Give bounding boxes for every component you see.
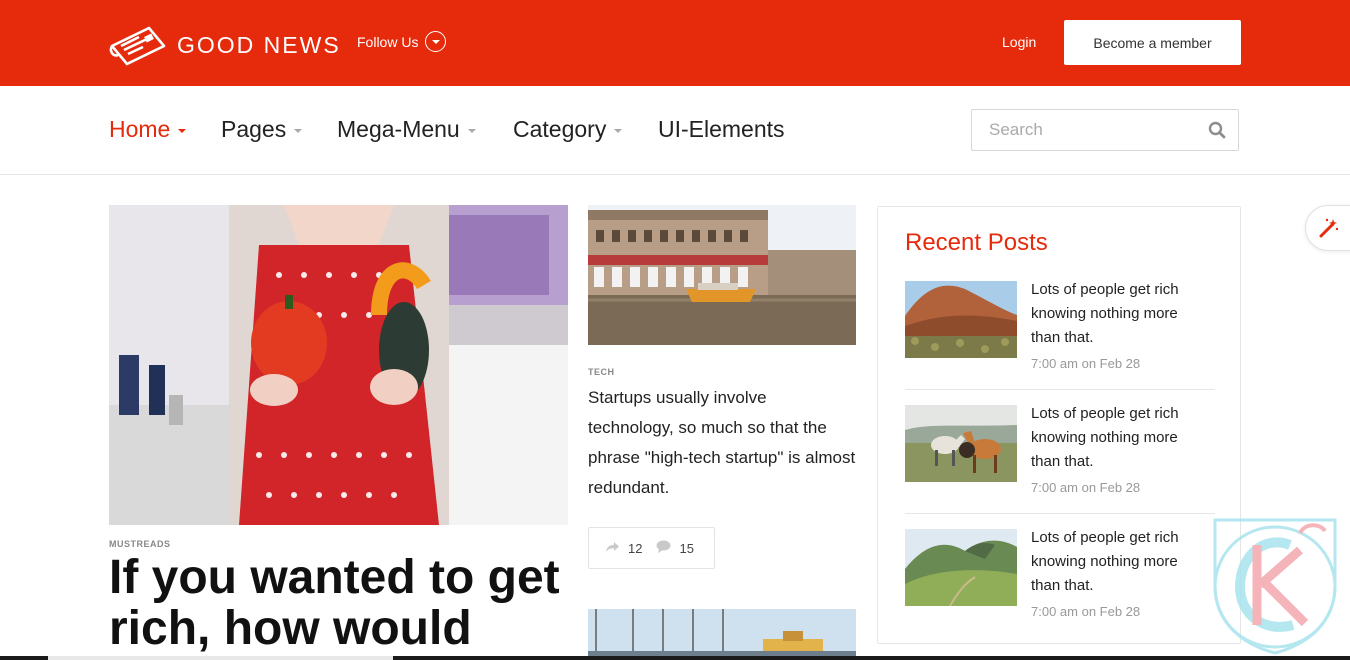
comment-count-value: 15 (679, 540, 694, 556)
recent-post-thumbnail[interactable] (905, 405, 1017, 482)
feature-headline[interactable]: If you wanted to get rich, how would (109, 552, 579, 654)
follow-us-dropdown[interactable]: Follow Us (357, 31, 447, 52)
scrollbar-thumb[interactable] (48, 656, 393, 660)
tech-article-image[interactable] (588, 205, 856, 345)
recent-post-date: 7:00 am on Feb 28 (1031, 480, 1141, 495)
chevron-down-icon (425, 31, 447, 52)
scrollbar-track[interactable] (0, 656, 1350, 660)
tech-category[interactable]: TECH (588, 367, 615, 377)
customizer-toggle[interactable] (1305, 205, 1350, 251)
nav-item-label: Pages (221, 116, 287, 142)
nav-item-ui-elements[interactable]: UI-Elements (658, 116, 785, 143)
next-article-image[interactable] (588, 609, 856, 660)
recent-post-thumbnail[interactable] (905, 281, 1017, 358)
nav-item-label: Mega-Menu (337, 116, 460, 142)
top-bar: GOOD NEWS Follow Us Login Become a membe… (0, 0, 1350, 86)
divider (905, 389, 1215, 390)
share-count[interactable]: 12 (605, 541, 642, 556)
divider (905, 513, 1215, 514)
nav-item-mega-menu[interactable]: Mega-Menu (337, 116, 476, 143)
chevron-down-icon (178, 129, 187, 133)
comment-icon (656, 540, 679, 556)
chevron-down-icon (614, 129, 623, 133)
tech-article-excerpt[interactable]: Startups usually involve technology, so … (588, 383, 856, 503)
become-member-button[interactable]: Become a member (1064, 20, 1241, 65)
site-logo[interactable]: GOOD NEWS (109, 24, 341, 66)
site-name: GOOD NEWS (177, 31, 341, 58)
chevron-down-icon (467, 129, 476, 133)
recent-post[interactable]: Lots of people get rich knowing nothing … (905, 281, 1215, 391)
recent-post-title[interactable]: Lots of people get rich knowing nothing … (1031, 402, 1206, 474)
watermark-logo (1205, 515, 1345, 660)
search-box (971, 109, 1239, 151)
nav-item-label: UI-Elements (658, 116, 785, 142)
nav-item-home[interactable]: Home (109, 116, 187, 143)
share-count-value: 12 (628, 540, 643, 556)
search-input[interactable] (972, 110, 1182, 150)
recent-post-title[interactable]: Lots of people get rich knowing nothing … (1031, 526, 1206, 598)
article-stats: 12 15 (588, 527, 715, 569)
follow-us-label: Follow Us (357, 33, 419, 50)
recent-post[interactable]: Lots of people get rich knowing nothing … (905, 405, 1215, 515)
feature-category[interactable]: MUSTREADS (109, 539, 171, 549)
feature-article-image[interactable] (109, 205, 568, 525)
nav-item-pages[interactable]: Pages (221, 116, 303, 143)
recent-post-title[interactable]: Lots of people get rich knowing nothing … (1031, 278, 1206, 350)
login-link[interactable]: Login (1002, 34, 1036, 50)
recent-post-thumbnail[interactable] (905, 529, 1017, 606)
recent-post-date: 7:00 am on Feb 28 (1031, 356, 1141, 371)
comment-count[interactable]: 15 (656, 540, 694, 556)
recent-post[interactable]: Lots of people get rich knowing nothing … (905, 529, 1215, 639)
share-icon (605, 541, 628, 556)
nav-item-label: Category (513, 116, 607, 142)
recent-posts-widget: Recent Posts Lots of people get rich kno… (877, 206, 1241, 644)
nav-item-category[interactable]: Category (513, 116, 623, 143)
nav-item-label: Home (109, 116, 171, 142)
chevron-down-icon (294, 129, 303, 133)
recent-post-date: 7:00 am on Feb 28 (1031, 604, 1141, 619)
search-icon[interactable] (1208, 121, 1226, 144)
newspaper-icon (109, 24, 167, 66)
main-nav: Home Pages Mega-Menu Category UI-Element… (0, 86, 1350, 175)
recent-posts-title: Recent Posts (905, 229, 1048, 256)
